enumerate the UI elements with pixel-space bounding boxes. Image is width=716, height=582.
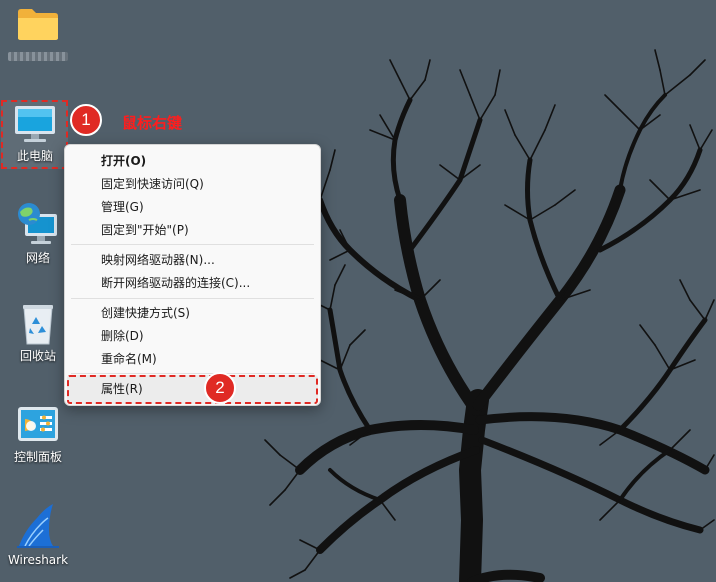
desktop-icon-folder[interactable] [6,6,70,61]
network-icon [18,203,57,244]
recycle-bin-icon [23,305,53,345]
desktop-icon-this-pc[interactable]: 此电脑 [3,104,67,164]
menu-item-properties[interactable]: 属性(R) [101,381,143,397]
blurred-folder-label [8,52,68,61]
menu-item-create-shortcut[interactable]: 创建快捷方式(S) [101,305,190,321]
desktop-icon-network[interactable]: 网络 [6,200,70,266]
desktop-icon-label: 网络 [25,251,50,265]
menu-item-manage[interactable]: 管理(G) [101,199,144,215]
step-1-badge: 1 [70,104,102,136]
menu-separator [71,244,314,245]
desktop-icon-label: 控制面板 [13,450,62,464]
menu-item-pin-quick-access[interactable]: 固定到快速访问(Q) [101,176,204,192]
step-1-instruction: 鼠标右键 [122,114,183,132]
menu-separator [71,373,314,374]
menu-item-open[interactable]: 打开(O) [101,153,146,169]
desktop-icon-recycle-bin[interactable]: 回收站 [6,302,70,364]
folder-icon [18,9,58,40]
desktop-icon-label: 回收站 [19,349,56,363]
wireshark-icon [17,504,59,548]
desktop-icon-label: Wireshark [7,553,69,567]
menu-item-disconnect-network-drive[interactable]: 断开网络驱动器的连接(C)... [101,275,250,291]
menu-item-map-network-drive[interactable]: 映射网络驱动器(N)... [101,252,215,268]
desktop-icon-wireshark[interactable]: Wireshark [6,500,70,568]
menu-separator [71,298,314,299]
context-menu: 打开(O) 固定到快速访问(Q) 管理(G) 固定到"开始"(P) 映射网络驱动… [64,144,321,406]
menu-item-delete[interactable]: 删除(D) [101,328,144,344]
computer-icon [15,106,55,142]
menu-item-pin-start[interactable]: 固定到"开始"(P) [101,222,189,238]
menu-item-rename[interactable]: 重命名(M) [101,351,157,367]
desktop-icon-label: 此电脑 [16,149,53,163]
step-2-badge: 2 [204,372,236,404]
desktop-icon-control-panel[interactable]: 控制面板 [6,405,70,465]
control-panel-icon [18,407,58,441]
